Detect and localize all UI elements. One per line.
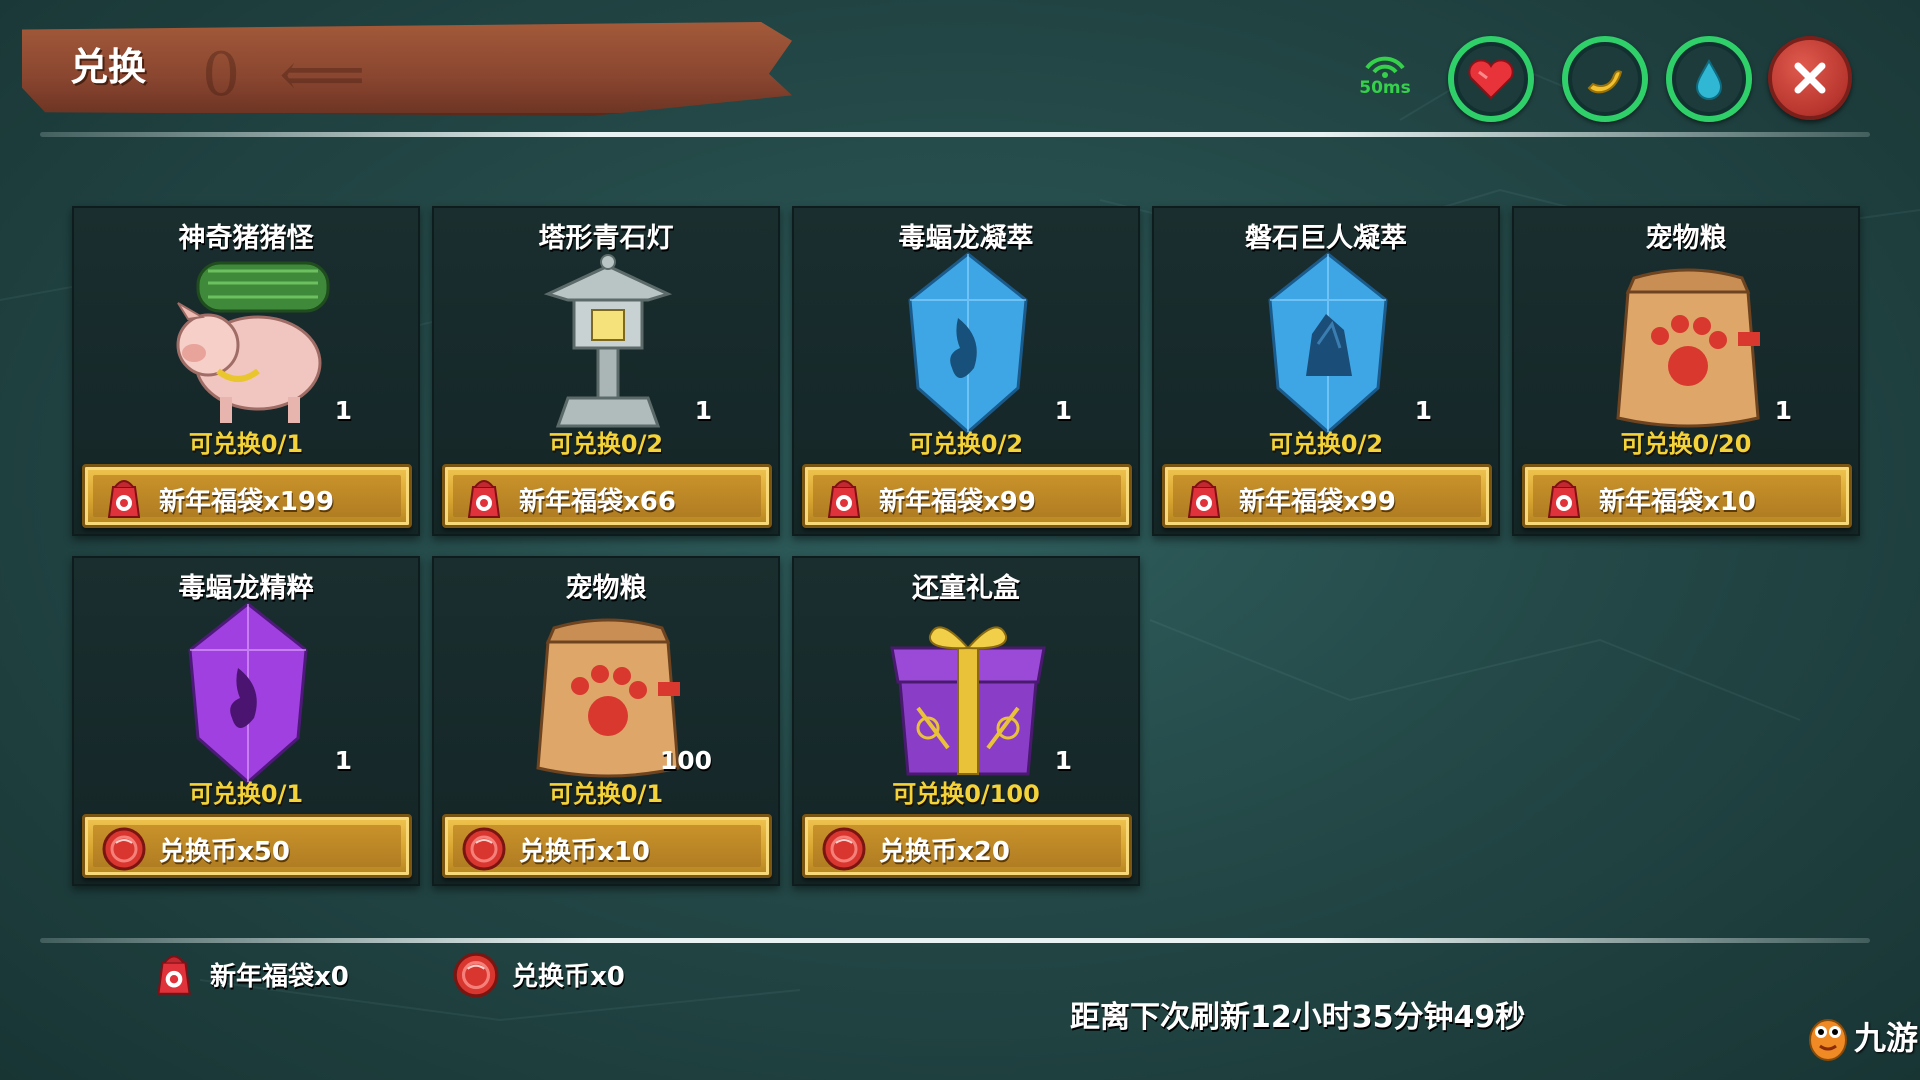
exchange-button[interactable]: 兑换币x50: [82, 814, 412, 878]
gift-box-icon: [858, 598, 1078, 788]
exchange-limit: 可兑换0/1: [188, 430, 304, 458]
heart-icon: [1468, 59, 1514, 100]
exchange-coin-icon: [453, 952, 499, 998]
stone-lantern-icon: [498, 248, 718, 438]
cost-label: 新年福袋x99: [879, 487, 1036, 517]
shop-item-card[interactable]: 还童礼盒 1 可兑换0/100 兑换币x20: [792, 556, 1140, 886]
cost-label: 兑换币x50: [159, 837, 290, 867]
watermark: 九游: [1806, 1010, 1918, 1062]
shop-item-card[interactable]: 毒蝠龙凝萃 1 可兑换0/2 新年福袋x99: [792, 206, 1140, 536]
refresh-timer: 距离下次刷新12小时35分钟49秒: [1070, 1000, 1526, 1035]
exchange-limit: 可兑换0/2: [908, 430, 1024, 458]
exchange-coin-icon: [822, 827, 866, 871]
purple-crystal-icon: [138, 598, 358, 788]
item-quantity: 1: [1054, 396, 1072, 425]
item-quantity: 1: [334, 746, 352, 775]
shop-item-card[interactable]: 宠物粮 100 可兑换0/1 兑换币x10: [432, 556, 780, 886]
mascot-logo-icon: [1809, 1019, 1847, 1061]
cost-label: 兑换币x20: [879, 837, 1010, 867]
exchange-button[interactable]: 新年福袋x99: [1162, 464, 1492, 528]
ping-value: 50ms: [1359, 78, 1411, 98]
exchange-limit: 可兑换0/1: [188, 780, 304, 808]
exchange-button[interactable]: 兑换币x20: [802, 814, 1132, 878]
currency-lucky-bag: 新年福袋x0: [148, 948, 349, 1000]
exchange-limit: 可兑换0/20: [1620, 430, 1752, 458]
exchange-button[interactable]: 新年福袋x199: [82, 464, 412, 528]
cost-label: 兑换币x10: [519, 837, 650, 867]
banner-decoration: 0 ⟸: [202, 40, 376, 110]
shop-item-card[interactable]: 塔形青石灯 1 可兑换0/2 新年福袋x66: [432, 206, 780, 536]
water-status[interactable]: [1666, 36, 1752, 122]
shop-item-card[interactable]: 宠物粮 1 可兑换0/20 新年福袋x10: [1512, 206, 1860, 536]
bottom-divider: [40, 938, 1870, 943]
lucky-bag-icon: [1547, 480, 1581, 518]
lucky-bag-icon: [827, 480, 861, 518]
shop-item-card[interactable]: 神奇猪猪怪 1 可兑换0/1 新年福袋x199: [72, 206, 420, 536]
close-button[interactable]: [1768, 36, 1852, 120]
background-texture: [0, 58, 1920, 1022]
cost-label: 新年福袋x10: [1599, 487, 1756, 517]
shop-item-card[interactable]: 毒蝠龙精粹 1 可兑换0/1 兑换币x50: [72, 556, 420, 886]
lucky-bag-icon: [467, 480, 501, 518]
item-quantity: 1: [334, 396, 352, 425]
exchange-limit: 可兑换0/2: [1268, 430, 1384, 458]
currency-exchange-coin: 兑换币x0: [450, 948, 625, 1000]
network-signal: 50ms: [1352, 48, 1418, 98]
item-quantity: 1: [1774, 396, 1792, 425]
item-quantity: 100: [659, 746, 712, 775]
cost-label: 新年福袋x199: [159, 487, 335, 517]
exchange-limit: 可兑换0/2: [548, 430, 664, 458]
top-divider: [40, 132, 1870, 137]
exchange-limit: 可兑换0/1: [548, 780, 664, 808]
currency-label: 兑换币x0: [512, 961, 625, 992]
cost-label: 新年福袋x66: [519, 487, 676, 517]
blue-crystal-icon: [858, 248, 1078, 438]
banana-icon: [1587, 70, 1623, 94]
food-status[interactable]: [1562, 36, 1648, 122]
exchange-button[interactable]: 新年福袋x99: [802, 464, 1132, 528]
pig-icon: [138, 248, 358, 438]
shop-item-card[interactable]: 磐石巨人凝萃 1 可兑换0/2 新年福袋x99: [1152, 206, 1500, 536]
lucky-bag-icon: [1187, 480, 1221, 518]
health-status[interactable]: [1448, 36, 1534, 122]
close-icon: [1794, 62, 1826, 94]
water-drop-icon: [1695, 58, 1723, 100]
item-quantity: 1: [1054, 746, 1072, 775]
exchange-coin-icon: [462, 827, 506, 871]
currency-label: 新年福袋x0: [210, 961, 349, 992]
lucky-bag-icon: [157, 955, 191, 995]
item-quantity: 1: [1414, 396, 1432, 425]
exchange-limit: 可兑换0/100: [892, 780, 1040, 808]
page-title: 兑换: [70, 45, 147, 89]
exchange-coin-icon: [102, 827, 146, 871]
lucky-bag-icon: [107, 480, 141, 518]
blue-crystal-rock-icon: [1218, 248, 1438, 438]
cost-label: 新年福袋x99: [1239, 487, 1396, 517]
item-quantity: 1: [694, 396, 712, 425]
pet-food-bag-icon: [1578, 248, 1798, 438]
watermark-text: 九游: [1854, 1019, 1919, 1057]
exchange-button[interactable]: 兑换币x10: [442, 814, 772, 878]
exchange-button[interactable]: 新年福袋x10: [1522, 464, 1852, 528]
exchange-button[interactable]: 新年福袋x66: [442, 464, 772, 528]
wifi-icon: [1365, 56, 1405, 78]
